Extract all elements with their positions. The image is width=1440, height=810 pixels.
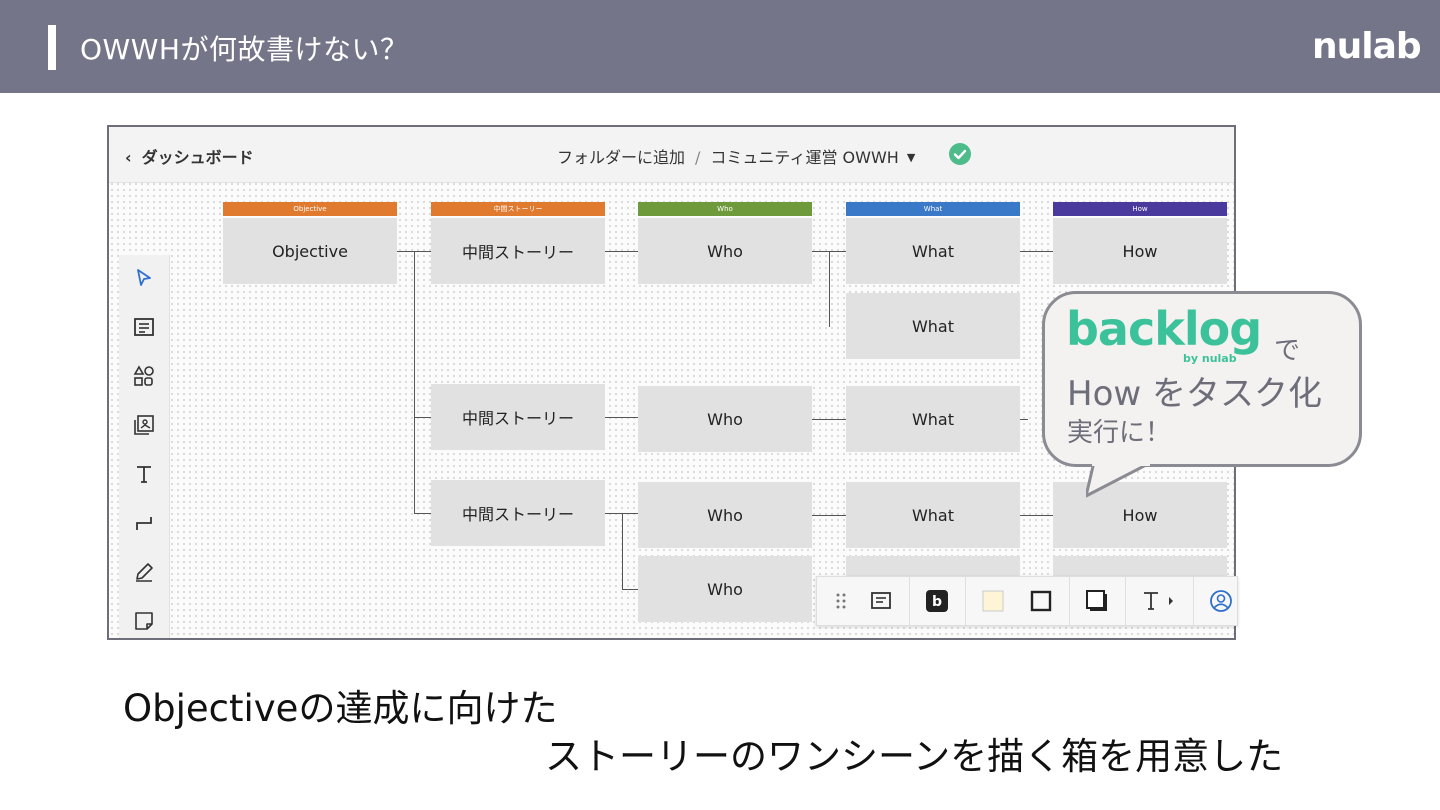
toolbar-separator	[1193, 577, 1194, 625]
fill-color-icon[interactable]	[981, 589, 1005, 613]
card-story[interactable]: 中間ストーリー	[431, 480, 605, 546]
breadcrumb-separator: /	[695, 148, 701, 167]
lane-header-how: How	[1053, 202, 1227, 216]
connector-line	[414, 251, 415, 514]
card-who[interactable]: Who	[638, 218, 812, 284]
card-story[interactable]: 中間ストーリー	[431, 218, 605, 284]
drag-handle-icon[interactable]	[829, 589, 853, 613]
backlog-icon[interactable]: b	[925, 589, 949, 613]
connector-line	[812, 515, 846, 516]
connector-line	[414, 513, 431, 514]
bubble-text-sub: 実行に！	[1067, 418, 1172, 448]
lane-header-story: 中間ストーリー	[431, 202, 605, 216]
border-icon[interactable]	[1029, 589, 1053, 613]
backlog-logo: backlog	[1066, 302, 1262, 356]
slide-title: OWWHが何故書けない？	[80, 33, 409, 66]
text-format-icon[interactable]	[1141, 589, 1177, 613]
cursor-icon[interactable]	[133, 267, 155, 289]
lane-header-who: Who	[638, 202, 812, 216]
tool-palette	[119, 255, 170, 638]
toolbar-separator	[1125, 577, 1126, 625]
connector-line	[812, 419, 846, 420]
sticky-note-icon[interactable]	[133, 610, 155, 632]
slide-header: OWWHが何故書けない？ nulab	[0, 0, 1440, 93]
caret-down-icon[interactable]: ▼	[907, 151, 915, 164]
back-label: ダッシュボード	[141, 148, 254, 167]
toolbar-separator	[1069, 577, 1070, 625]
connector-line	[605, 251, 638, 252]
card-style-icon[interactable]	[869, 589, 893, 613]
nulab-logo: nulab	[1312, 26, 1422, 67]
connector-line	[605, 417, 638, 418]
card-what-partial[interactable]	[846, 556, 1020, 576]
connector-line	[414, 417, 431, 418]
backlog-logo-sub: by nulab	[1183, 352, 1237, 365]
floating-toolbar: b	[816, 576, 1238, 626]
connector-line	[1020, 419, 1028, 420]
chevron-left-icon: ‹	[125, 148, 132, 167]
card-how[interactable]: How	[1053, 218, 1227, 284]
svg-text:b: b	[932, 594, 942, 610]
card-what[interactable]: What	[846, 386, 1020, 452]
header-accent-bar	[48, 25, 56, 70]
image-icon[interactable]	[133, 414, 155, 436]
speech-bubble-tail	[1086, 462, 1150, 498]
card-what[interactable]: What	[846, 482, 1020, 548]
card-icon[interactable]	[133, 316, 155, 338]
caption-line-2: ストーリーのワンシーンを描く箱を用意した	[545, 735, 1284, 778]
caption-line-1: Objectiveの達成に向けた	[123, 687, 558, 730]
connector-line	[829, 251, 830, 327]
connector-icon[interactable]	[133, 512, 155, 534]
card-story[interactable]: 中間ストーリー	[431, 384, 605, 450]
card-what[interactable]: What	[846, 218, 1020, 284]
shapes-icon[interactable]	[133, 365, 155, 387]
connector-line	[622, 513, 623, 589]
bubble-text-main: How をタスク化	[1067, 374, 1322, 414]
lane-header-what: What	[846, 202, 1020, 216]
check-circle-icon	[949, 143, 971, 165]
connector-line	[622, 589, 638, 590]
toolbar-separator	[909, 577, 910, 625]
card-who[interactable]: Who	[638, 386, 812, 452]
user-icon[interactable]	[1209, 589, 1233, 613]
text-icon[interactable]	[133, 463, 155, 485]
card-what[interactable]: What	[846, 293, 1020, 359]
shadow-icon[interactable]	[1085, 589, 1109, 613]
breadcrumb: フォルダーに追加 / コミュニティ運営 OWWH ▼	[557, 144, 915, 168]
card-objective[interactable]: Objective	[223, 218, 397, 284]
connector-line	[1020, 251, 1053, 252]
card-who[interactable]: Who	[638, 556, 812, 622]
add-to-folder-link[interactable]: フォルダーに追加	[557, 148, 685, 167]
toolbar-separator	[965, 577, 966, 625]
card-how-partial[interactable]	[1053, 556, 1227, 576]
card-who[interactable]: Who	[638, 482, 812, 548]
app-topbar: ‹ ダッシュボード フォルダーに追加 / コミュニティ運営 OWWH ▼	[109, 127, 1234, 183]
lane-header-objective: Objective	[223, 202, 397, 216]
document-title[interactable]: コミュニティ運営 OWWH	[710, 148, 898, 167]
pen-icon[interactable]	[133, 561, 155, 583]
connector-line	[1020, 515, 1053, 516]
back-to-dashboard-link[interactable]: ‹ ダッシュボード	[125, 144, 254, 168]
bubble-text-de: で	[1274, 336, 1301, 366]
